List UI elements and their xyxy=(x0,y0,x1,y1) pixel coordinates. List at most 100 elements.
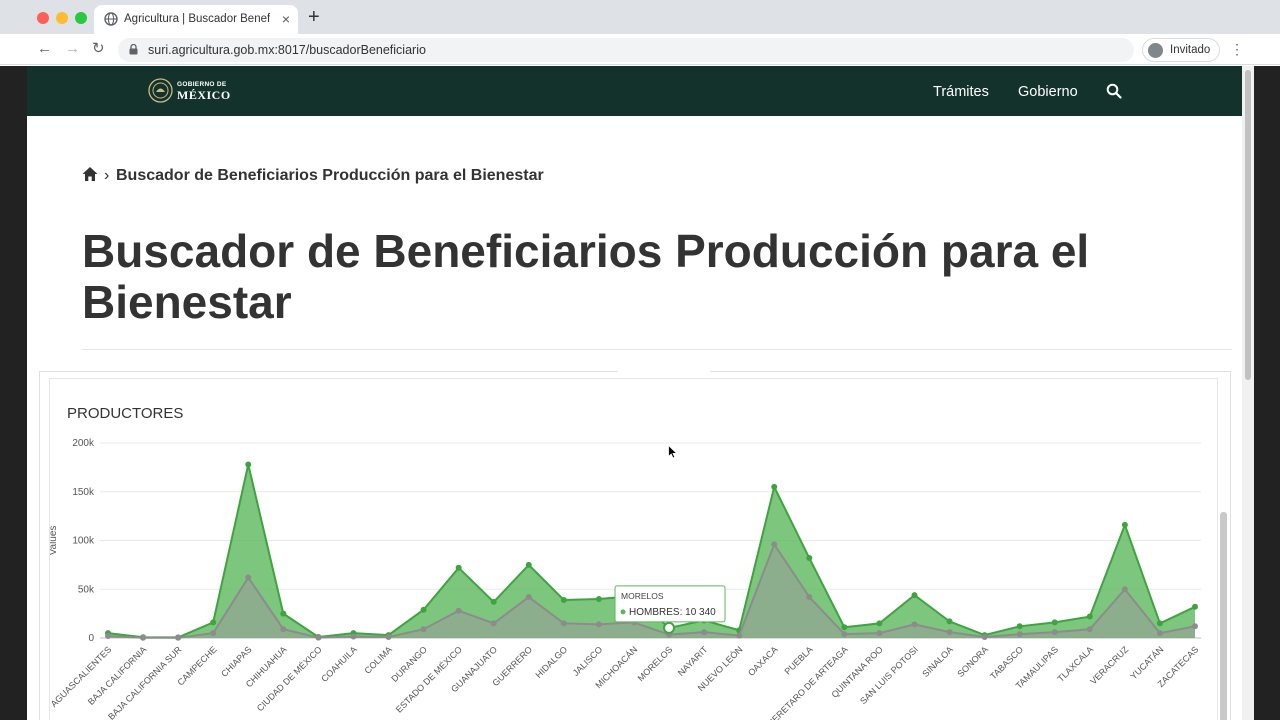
mouse-cursor-icon xyxy=(668,445,678,459)
browser-tab[interactable]: Agricultura | Buscador Benefic × xyxy=(94,5,298,34)
data-point xyxy=(560,596,567,603)
data-point xyxy=(420,626,427,633)
window-close-button[interactable] xyxy=(37,12,49,24)
home-icon[interactable] xyxy=(82,166,98,182)
data-point xyxy=(1121,586,1128,593)
address-bar[interactable]: suri.agricultura.gob.mx:8017/buscadorBen… xyxy=(118,38,1134,62)
lock-icon xyxy=(129,44,138,55)
x-tick-label: OAXACA xyxy=(746,644,780,678)
data-point xyxy=(771,541,778,548)
data-point xyxy=(1192,603,1198,610)
data-point xyxy=(560,620,567,627)
y-tick-label: 100k xyxy=(72,536,95,547)
data-point xyxy=(455,607,462,614)
data-point xyxy=(490,620,497,627)
data-point xyxy=(595,621,602,628)
data-point xyxy=(280,610,287,617)
x-tick-label: ESTADO DE MÉXICO xyxy=(394,644,464,714)
browser-tabbar: Agricultura | Buscador Benefic × + xyxy=(0,0,1280,34)
x-tick-label: NAYARIT xyxy=(676,644,710,678)
data-point xyxy=(175,634,182,641)
data-point xyxy=(140,634,147,641)
chart-card: PRODUCTORES 0 50k 100k 150k 200k Values AGUASC… xyxy=(49,378,1218,720)
breadcrumb-current: Buscador de Beneficiarios Producción par… xyxy=(116,167,544,184)
window-minimize-button[interactable] xyxy=(56,12,68,24)
logo-small-text: GOBIERNO DE xyxy=(177,81,227,88)
results-panel: PRODUCTORES 0 50k 100k 150k 200k Values AGUASC… xyxy=(39,371,1231,720)
productores-chart: 0 50k 100k 150k 200k Values AGUASCALIENTESBAJA… xyxy=(50,438,1201,720)
tooltip-category: MORELOS xyxy=(621,591,664,601)
x-tick-label: TABASCO xyxy=(988,644,1025,681)
data-point xyxy=(1192,623,1198,630)
data-point xyxy=(455,564,462,571)
tooltip-series-value: HOMBRES: 10 340 xyxy=(629,607,716,618)
data-point xyxy=(1051,619,1058,626)
data-point xyxy=(1051,629,1058,636)
data-point xyxy=(525,561,532,568)
y-axis-label: Values xyxy=(50,526,59,556)
x-tick-label: CIUDAD DE MÉXICO xyxy=(255,644,324,713)
data-point xyxy=(385,634,392,641)
page-scrollbar-thumb[interactable] xyxy=(1245,70,1251,380)
data-point xyxy=(595,596,602,602)
x-tick-label: COLIMA xyxy=(362,644,393,675)
data-point xyxy=(1016,623,1023,630)
y-tick-label: 50k xyxy=(78,584,95,595)
data-point xyxy=(736,632,743,639)
x-tick-label: SINALOA xyxy=(920,644,955,679)
url-text: suri.agricultura.gob.mx:8017/buscadorBen… xyxy=(148,43,426,57)
data-point xyxy=(245,574,252,581)
profile-button[interactable]: Invitado xyxy=(1142,38,1220,62)
data-point xyxy=(210,619,217,626)
kebab-menu-icon[interactable]: ⋮ xyxy=(1230,41,1244,57)
page-scrollbar[interactable] xyxy=(1242,66,1254,720)
data-point xyxy=(280,626,287,633)
nav-tramites[interactable]: Trámites xyxy=(933,84,989,100)
profile-label: Invitado xyxy=(1170,44,1211,56)
tooltip-series-dot xyxy=(620,609,626,615)
globe-icon xyxy=(104,12,118,26)
x-tick-label: YUCATÁN xyxy=(1128,644,1165,681)
x-tick-label: COAHUILA xyxy=(319,644,359,684)
logo-big-text: MÉXICO xyxy=(177,88,231,102)
data-point xyxy=(701,629,708,636)
window-zoom-button[interactable] xyxy=(75,12,87,24)
panel-tab-gap xyxy=(618,371,710,377)
x-tick-label: AGUASCALIENTES xyxy=(50,644,113,709)
breadcrumb-separator: › xyxy=(104,167,110,184)
data-point xyxy=(420,606,427,613)
x-tick-label: JALISCO xyxy=(571,644,605,678)
data-point xyxy=(806,555,813,562)
new-tab-button[interactable]: + xyxy=(308,6,320,28)
data-point xyxy=(490,598,497,605)
y-tick-label: 0 xyxy=(88,633,94,644)
data-point xyxy=(876,630,883,637)
data-point xyxy=(946,618,953,625)
window-backdrop-left xyxy=(0,66,27,720)
tooltip-marker xyxy=(663,621,676,634)
data-point xyxy=(1086,626,1093,633)
data-point xyxy=(315,634,322,641)
seal-icon xyxy=(148,78,173,103)
panel-scrollbar-thumb[interactable] xyxy=(1220,512,1227,720)
profile-avatar-icon xyxy=(1148,43,1163,58)
data-point xyxy=(771,483,778,490)
tab-close-button[interactable]: × xyxy=(282,11,290,27)
nav-gobierno[interactable]: Gobierno xyxy=(1018,84,1078,100)
data-point xyxy=(841,624,848,631)
data-point xyxy=(1086,613,1093,620)
data-point xyxy=(1016,631,1023,638)
title-divider xyxy=(82,349,1232,350)
search-icon[interactable] xyxy=(1106,83,1122,99)
back-arrow-icon[interactable]: ← xyxy=(37,40,52,58)
page-viewport: GOBIERNO DE MÉXICO Trámites Gobierno › B… xyxy=(27,66,1242,720)
x-tick-label: BAJA CALIFORNIA xyxy=(86,644,149,707)
forward-arrow-icon[interactable]: → xyxy=(65,40,80,58)
data-point xyxy=(210,630,217,637)
data-point xyxy=(1156,620,1163,627)
data-point xyxy=(911,621,918,628)
data-point xyxy=(245,461,252,468)
data-point xyxy=(1156,630,1163,637)
reload-icon[interactable]: ↻ xyxy=(92,40,105,58)
y-tick-label: 150k xyxy=(72,487,95,498)
